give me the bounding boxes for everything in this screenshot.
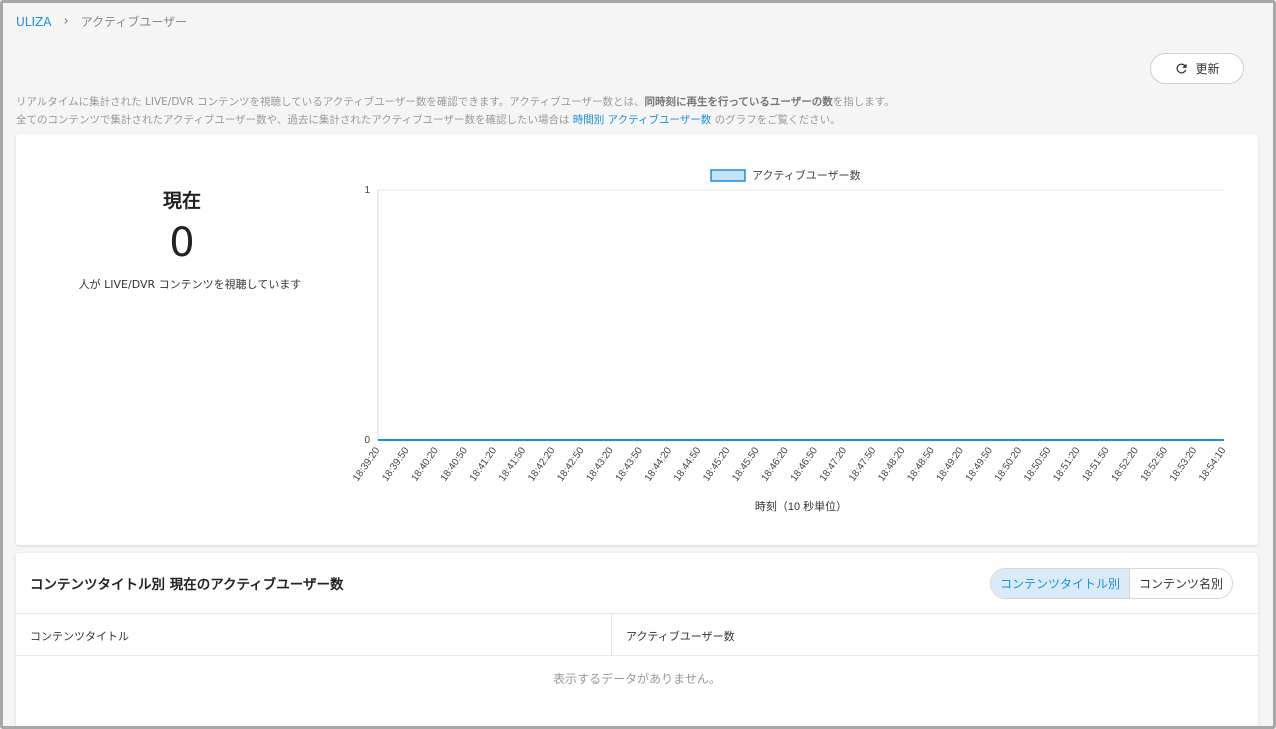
x-tick-label: 18:50:20 <box>993 445 1025 484</box>
x-tick-label: 18:46:20 <box>760 445 792 484</box>
toggle-content-title[interactable]: コンテンツタイトル別 <box>991 569 1130 598</box>
x-tick-label: 18:42:20 <box>526 445 558 484</box>
description-text: のグラフをご覧ください。 <box>711 114 841 126</box>
x-tick-label: 18:53:20 <box>1168 445 1200 484</box>
breadcrumb-chevron-icon: › <box>63 14 69 29</box>
y-tick-label: 1 <box>364 185 370 196</box>
x-tick-label: 18:51:20 <box>1051 445 1083 484</box>
x-tick-label: 18:40:20 <box>409 445 441 484</box>
active-users-line-chart: 0118:39:2018:39:5018:40:2018:40:5018:41:… <box>351 168 1229 513</box>
x-tick-label: 18:43:50 <box>614 445 646 484</box>
legend-label: アクティブユーザー数 <box>752 168 861 182</box>
breadcrumb-root-link[interactable]: ULIZA <box>16 15 51 29</box>
x-tick-label: 18:48:50 <box>905 445 937 484</box>
view-toggle: コンテンツタイトル別 コンテンツ名別 <box>990 568 1234 599</box>
y-tick-label: 0 <box>364 435 370 446</box>
column-header-active-users[interactable]: アクティブユーザー数 <box>626 628 735 644</box>
x-tick-label: 18:48:20 <box>876 445 908 484</box>
x-tick-label: 18:52:50 <box>1139 445 1171 484</box>
x-tick-label: 18:47:20 <box>818 445 850 484</box>
x-tick-label: 18:49:50 <box>964 445 996 484</box>
x-tick-label: 18:44:50 <box>672 445 704 484</box>
description-bold: 同時刻に再生を行っているユーザーの数 <box>644 96 833 108</box>
x-tick-label: 18:45:20 <box>701 445 733 484</box>
content-title-table-card: コンテンツタイトル別 現在のアクティブユーザー数 コンテンツタイトル別 コンテン… <box>16 553 1258 729</box>
description-text: リアルタイムに集計された LIVE/DVR コンテンツを視聴しているアクティブユ… <box>16 96 645 108</box>
empty-message: 表示するデータがありません。 <box>553 672 721 686</box>
x-tick-label: 18:49:20 <box>935 445 967 484</box>
column-divider <box>611 614 612 656</box>
description-text: 全てのコンテンツで集計されたアクティブユーザー数や、過去に集計されたアクティブユ… <box>16 114 573 126</box>
x-tick-label: 18:40:50 <box>439 445 471 484</box>
table-header: コンテンツタイトル アクティブユーザー数 <box>16 613 1258 656</box>
x-tick-label: 18:47:50 <box>847 445 879 484</box>
x-tick-label: 18:42:50 <box>555 445 587 484</box>
refresh-label: 更新 <box>1195 62 1220 76</box>
page-description: リアルタイムに集計された LIVE/DVR コンテンツを視聴しているアクティブユ… <box>16 93 895 129</box>
x-tick-label: 18:54:10 <box>1197 445 1229 484</box>
breadcrumb-current: アクティブユーザー <box>80 15 188 29</box>
toggle-content-name[interactable]: コンテンツ名別 <box>1129 569 1233 598</box>
x-tick-label: 18:41:50 <box>497 445 529 484</box>
refresh-button[interactable]: 更新 <box>1150 53 1244 84</box>
column-header-content-title[interactable]: コンテンツタイトル <box>30 628 129 644</box>
x-tick-label: 18:46:50 <box>789 445 821 484</box>
breadcrumb: ULIZA › アクティブユーザー <box>16 13 187 30</box>
refresh-icon <box>1176 63 1187 74</box>
hourly-active-users-link[interactable]: 時間別 アクティブユーザー数 <box>573 114 711 126</box>
x-tick-label: 18:39:20 <box>351 445 383 484</box>
x-tick-label: 18:45:50 <box>730 445 762 484</box>
description-text: を指します。 <box>832 96 895 108</box>
x-tick-label: 18:52:20 <box>1110 445 1142 484</box>
x-tick-label: 18:41:20 <box>468 445 500 484</box>
x-tick-label: 18:50:50 <box>1022 445 1054 484</box>
x-tick-label: 18:39:50 <box>380 445 412 484</box>
legend-swatch <box>710 169 746 182</box>
x-tick-label: 18:44:20 <box>643 445 675 484</box>
table-title: コンテンツタイトル別 現在のアクティブユーザー数 <box>30 577 344 593</box>
x-axis-title: 時刻（10 秒単位） <box>755 499 847 513</box>
x-tick-label: 18:51:50 <box>1080 445 1112 484</box>
active-users-chart-card: 現在 0 人が LIVE/DVR コンテンツを視聴しています 0 1 18:39:2… <box>16 134 1258 545</box>
x-tick-label: 18:43:20 <box>584 445 616 484</box>
